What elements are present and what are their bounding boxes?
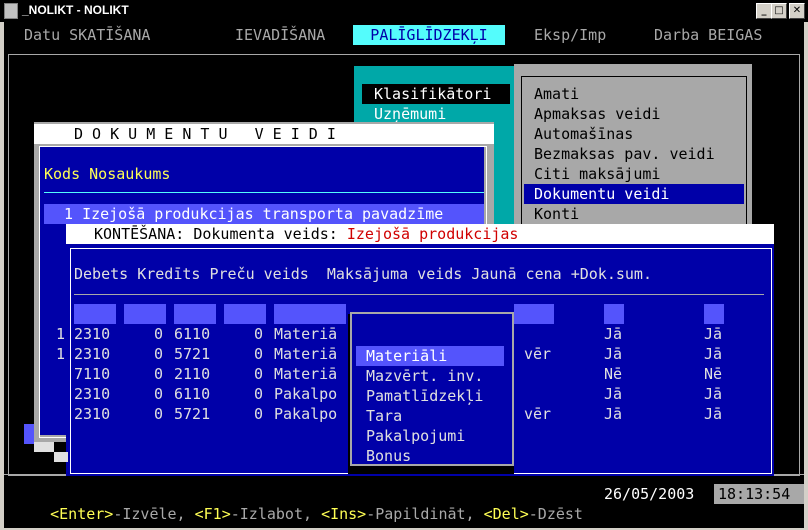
cell-highlight (274, 304, 346, 324)
submenu-item-konti[interactable]: Konti (534, 204, 579, 224)
kontesana-header: Debets Kredīts Preču veids Maksājuma vei… (74, 265, 652, 283)
window-titlebar: _NOLIKT - NOLIKT _ □ ✕ (0, 0, 808, 22)
scroll-mark (34, 442, 54, 452)
cell-highlight (124, 304, 166, 324)
side-number: 1 (56, 345, 66, 363)
menu-paliglidzekli[interactable]: PALĪGLĪDZEKĻI (353, 25, 505, 45)
klasifikatori-submenu: Amati Apmaksas veidi Automašīnas Bezmaks… (514, 64, 752, 232)
submenu-item-amati[interactable]: Amati (534, 84, 579, 104)
f1-key-hint: <F1> (194, 505, 231, 523)
dropdown-item-pakalpojumi[interactable]: Pakalpojumi (366, 426, 465, 446)
dropdown-item-tara[interactable]: Tara (366, 406, 402, 426)
kontesana-title: KONTĒŠANA: Dokumenta veids: Izejošā prod… (66, 224, 774, 244)
scroll-mark (54, 452, 68, 462)
dropdown-item-mazvert-inv[interactable]: Mazvērt. inv. (366, 366, 483, 386)
menu-ievadisana[interactable]: IEVADĪŠANA (235, 25, 325, 45)
submenu-item-dokumentu-veidi[interactable]: Dokumentu veidi (524, 184, 744, 204)
main-menu-bar: Datu SKATĪŠANA IEVADĪŠANA PALĪGLĪDZEKĻI … (4, 25, 804, 45)
dropdown-item-pamatlidzekli[interactable]: Pamatlīdzekļi (366, 386, 483, 406)
table-row[interactable]: 2310 0 5721 0 Pakalpo vēr Jā Jā (74, 384, 722, 444)
dokumentu-veidi-title: D O K U M E N T U V E I D I (34, 124, 494, 144)
enter-hint-text: -Izvēle, (113, 505, 195, 523)
cell-highlight (704, 304, 724, 324)
menu-item-uznemumi[interactable]: Uzņēmumi (374, 104, 446, 124)
window-title: _NOLIKT - NOLIKT (22, 3, 129, 17)
submenu-item-bezmaksas-pav-veidi[interactable]: Bezmaksas pav. veidi (534, 144, 715, 164)
menu-darba-beigas[interactable]: Darba BEIGAS (654, 25, 762, 45)
menu-datu-skatisana[interactable]: Datu SKATĪŠANA (24, 25, 150, 45)
scroll-mark (24, 424, 34, 444)
del-hint-text: -Dzēst (528, 505, 583, 523)
submenu-shadow (752, 84, 774, 234)
ins-hint-text: -Papildināt, (366, 505, 484, 523)
menu-eksp-imp[interactable]: Eksp/Imp (534, 25, 606, 45)
cell-highlight (604, 304, 624, 324)
prec-veids-dropdown: Materiāli Mazvērt. inv. Pamatlīdzekļi Ta… (350, 312, 514, 466)
kontesana-header-line (74, 294, 764, 295)
dropdown-item-materiali[interactable]: Materiāli (356, 346, 504, 366)
status-bar: <Enter>-Izvēle, <F1>-Izlabot, <Ins>-Papi… (14, 484, 583, 528)
cell-highlight (514, 304, 554, 324)
maximize-button[interactable]: □ (771, 3, 787, 19)
submenu-item-apmaksas-veidi[interactable]: Apmaksas veidi (534, 104, 660, 124)
minimize-button[interactable]: _ (756, 3, 772, 19)
f1-hint-text: -Izlabot, (230, 505, 322, 523)
header-underline (44, 192, 484, 193)
dropdown-item-bonus[interactable]: Bonus (366, 446, 411, 466)
menu-item-klasifikatori[interactable]: Klasifikātori (362, 84, 510, 104)
cell-highlight (224, 304, 266, 324)
submenu-item-citi-maksajumi[interactable]: Citi maksājumi (534, 164, 660, 184)
status-time: 18:13:54 (714, 484, 804, 504)
close-button[interactable]: ✕ (789, 3, 805, 19)
app-icon (4, 3, 18, 19)
kontesana-window: KONTĒŠANA: Dokumenta veids: Izejošā prod… (66, 224, 774, 476)
side-number: 1 (56, 325, 66, 343)
cell-highlight (174, 304, 216, 324)
status-date: 26/05/2003 (604, 485, 695, 503)
dokumentu-veidi-row-selected[interactable]: 1 Izejošā produkcijas transporta pavadzī… (44, 204, 484, 224)
submenu-item-automasinas[interactable]: Automašīnas (534, 124, 633, 144)
del-key-hint: <Del> (483, 505, 529, 523)
ins-key-hint: <Ins> (321, 505, 367, 523)
dokumentu-veidi-header: Kods Nosaukums (44, 165, 171, 183)
console-area: Datu SKATĪŠANA IEVADĪŠANA PALĪGLĪDZEKĻI … (4, 22, 804, 528)
enter-key-hint: <Enter> (50, 505, 114, 523)
